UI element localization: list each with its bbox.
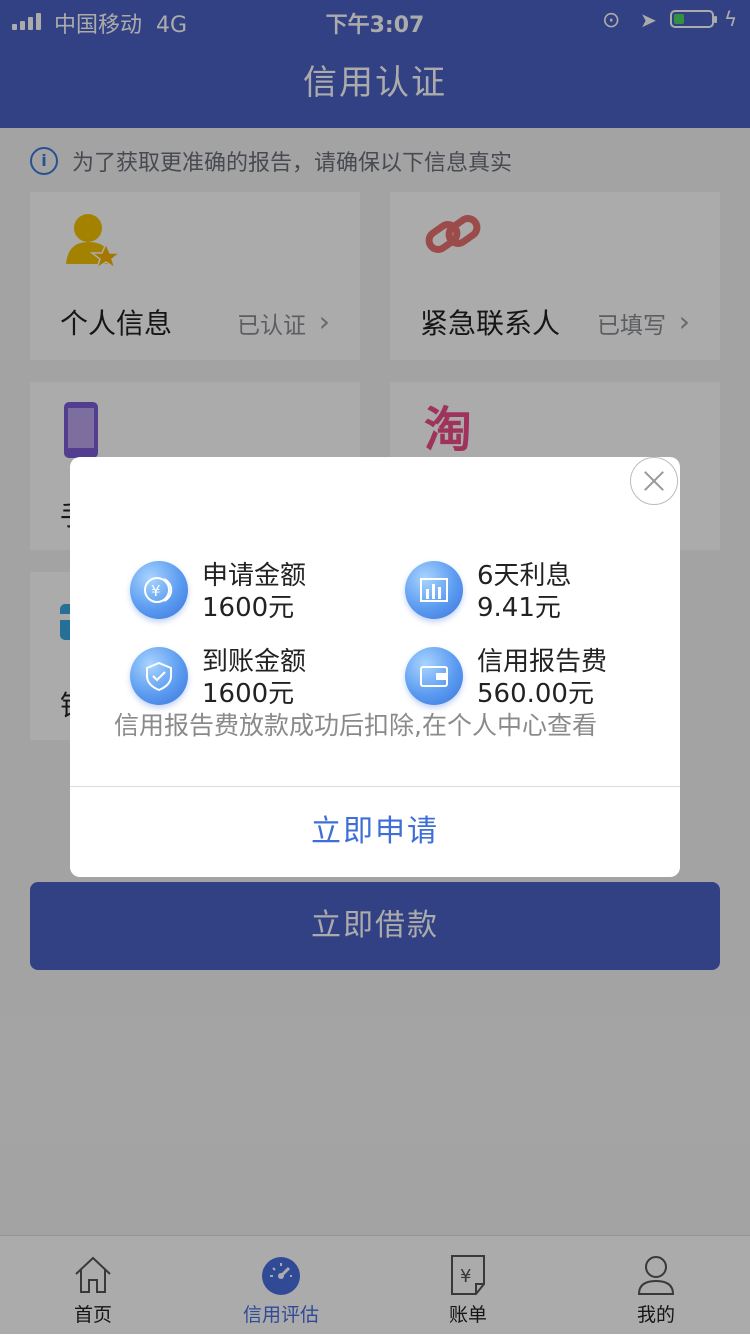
fee-note: 信用报告费放款成功后扣除,在个人中心查看 (114, 711, 597, 740)
yen-coin-icon: ¥ (130, 561, 188, 619)
item-value: 9.41元 (477, 593, 561, 623)
received-amount-item: 到账金额 1600元 (130, 641, 390, 711)
svg-text:¥: ¥ (151, 582, 161, 600)
close-icon[interactable] (630, 457, 678, 505)
bar-chart-icon (405, 561, 463, 619)
item-value: 560.00元 (477, 679, 594, 709)
item-value: 1600元 (202, 679, 295, 709)
item-value: 1600元 (202, 593, 295, 623)
loan-summary-dialog: ¥ 申请金额 1600元 6天利息 9.41元 到账金额 1600元 信用报告费… (70, 457, 680, 877)
wallet-icon (405, 647, 463, 705)
shield-check-icon (130, 647, 188, 705)
report-fee-item: 信用报告费 560.00元 (405, 641, 665, 711)
apply-amount-item: ¥ 申请金额 1600元 (130, 555, 390, 625)
interest-item: 6天利息 9.41元 (405, 555, 665, 625)
apply-now-button[interactable]: 立即申请 (70, 787, 680, 877)
